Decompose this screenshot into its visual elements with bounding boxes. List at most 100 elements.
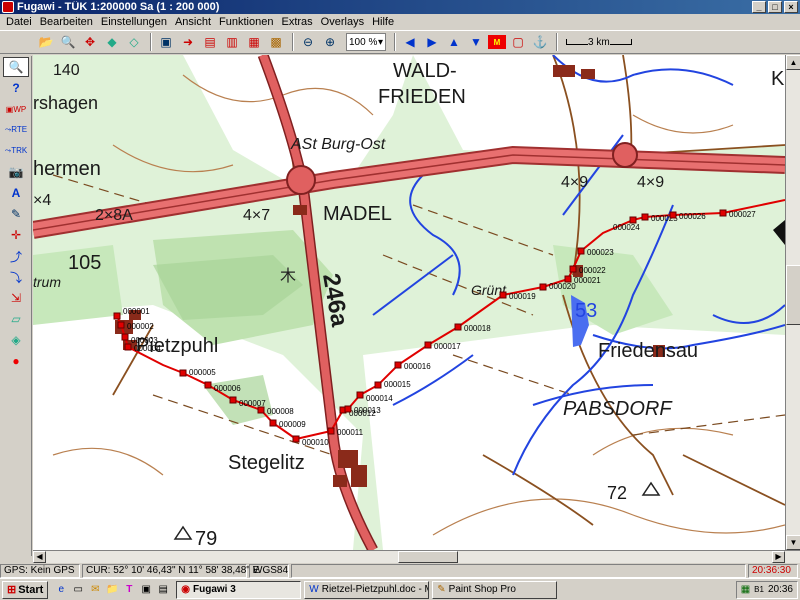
route-tool-icon[interactable]: ⤳RTE [3,120,29,140]
waypoint-marker[interactable] [394,361,402,369]
waypoint-marker[interactable] [204,381,212,389]
waypoint-marker[interactable] [499,291,507,299]
camera-tool-icon[interactable]: 📷 [3,162,29,182]
menu-bearbeiten[interactable]: Bearbeiten [36,16,97,28]
photo-icon[interactable]: ▩ [266,32,286,52]
arrow-down-icon[interactable]: ▼ [466,32,486,52]
toolbar-separator [150,33,152,51]
task-paintshop[interactable]: ✎ Paint Shop Pro [432,580,558,599]
vertical-scroll-thumb[interactable] [786,265,800,325]
route-edit-tool-icon[interactable]: ⤴ [3,246,29,266]
crosshair-tool-icon[interactable]: ✛ [3,225,29,245]
map-view[interactable]: 140 rshagen WALD- FRIEDEN ASt Burg-Ost h… [33,55,785,550]
zoom-select[interactable]: 100 % ▾ [346,33,386,51]
zoom-out-icon[interactable]: ⊖ [298,32,318,52]
zoom-tool-icon[interactable]: 🔍 [3,57,29,77]
measure-tool-icon[interactable]: ⇲ [3,288,29,308]
waypoint-marker[interactable] [269,419,277,427]
waypoint-marker[interactable] [641,213,649,221]
waypoint-tool-icon[interactable]: ▣WP [3,99,29,119]
task-fugawi[interactable]: ◉ Fugawi 3 [176,580,302,599]
frame-nav-icon[interactable]: ▦ [244,32,264,52]
scroll-up-icon[interactable]: ▲ [786,55,800,70]
task-word[interactable]: W Rietzel-Pietzpuhl.doc - Mic... [304,580,430,599]
vertical-scrollbar[interactable]: ▲ ▼ [785,55,800,550]
text-tool-icon[interactable]: A [3,183,29,203]
waypoint-marker[interactable] [257,406,265,414]
route-split-tool-icon[interactable]: ⤵ [3,267,29,287]
close-button[interactable]: × [784,1,798,13]
frame-select-icon[interactable]: ▥ [222,32,242,52]
waypoint-marker[interactable] [539,283,547,291]
move-icon[interactable]: ✥ [80,32,100,52]
scroll-down-icon[interactable]: ▼ [786,535,800,550]
map-canvas[interactable]: 140 rshagen WALD- FRIEDEN ASt Burg-Ost h… [33,55,785,550]
waypoint-marker[interactable] [117,321,125,329]
track-tool-icon[interactable]: ⤳TRK [3,141,29,161]
interchange [286,165,316,195]
road-label: 2×8A [95,207,133,224]
waypoint-marker[interactable] [356,391,364,399]
program-icon[interactable]: ▣ [139,583,153,597]
find-icon[interactable]: 🔍 [58,32,78,52]
mail-icon[interactable]: ✉ [88,583,102,597]
tray-icon[interactable]: ▦ [741,584,750,595]
waypoint-marker[interactable] [564,275,572,283]
menu-einstellungen[interactable]: Einstellungen [97,16,171,28]
map-badge-icon[interactable]: M [488,35,506,49]
scroll-right-icon[interactable]: ▶ [772,551,785,563]
arrow-left-icon[interactable]: ◀ [400,32,420,52]
anchor-icon[interactable]: ⚓ [530,32,550,52]
arrow-up-icon[interactable]: ▲ [444,32,464,52]
menu-ansicht[interactable]: Ansicht [171,16,215,28]
horizontal-scroll-thumb[interactable] [398,551,458,563]
waypoint-marker[interactable] [577,247,585,255]
place-label: hermen [33,158,101,180]
arrow-right-red-icon[interactable]: ➜ [178,32,198,52]
waypoint-marker[interactable] [292,435,300,443]
horizontal-scrollbar[interactable]: ◀ ▶ [33,550,800,563]
waypoint-marker[interactable] [229,396,237,404]
waypoint-marker[interactable] [327,427,335,435]
layers-icon[interactable]: ◆ [102,32,122,52]
desktop-icon[interactable]: ▭ [71,583,85,597]
minimize-button[interactable]: _ [752,1,766,13]
start-button[interactable]: ⊞ Start [2,580,49,599]
telekom-icon[interactable]: T [122,583,136,597]
browser-icon[interactable]: e [54,583,68,597]
layers-alt-icon[interactable]: ◇ [124,32,144,52]
waypoint-marker[interactable] [569,265,577,273]
frame-icon[interactable]: ▤ [200,32,220,52]
maximize-button[interactable]: □ [768,1,782,13]
zoom-in-icon[interactable]: ⊕ [320,32,340,52]
frame-red-icon[interactable]: ▢ [508,32,528,52]
gps-dot-tool-icon[interactable]: ● [3,351,29,371]
program-icon[interactable]: ▤ [156,583,170,597]
tray-icon[interactable]: B1 [754,585,764,594]
screen-icon[interactable]: ▣ [156,32,176,52]
open-folder-icon[interactable]: 📂 [36,32,56,52]
waypoint-marker[interactable] [669,211,677,219]
waypoint-marker[interactable] [454,323,462,331]
waypoint-marker[interactable] [374,381,382,389]
arrow-right-icon[interactable]: ▶ [422,32,442,52]
pen-tool-icon[interactable]: ✎ [3,204,29,224]
menu-datei[interactable]: Datei [2,16,36,28]
waypoint-marker[interactable] [344,405,352,413]
help-tool-icon[interactable]: ? [3,78,29,98]
layer-tool-icon[interactable]: ◈ [3,330,29,350]
menu-funktionen[interactable]: Funktionen [215,16,277,28]
waypoint-marker[interactable] [121,333,129,341]
menu-overlays[interactable]: Overlays [317,16,368,28]
menu-hilfe[interactable]: Hilfe [368,16,398,28]
waypoint-marker[interactable] [719,209,727,217]
waypoint-marker[interactable] [424,341,432,349]
waypoint-marker[interactable] [113,312,121,320]
explorer-icon[interactable]: 📁 [105,583,119,597]
scroll-left-icon[interactable]: ◀ [33,551,46,563]
area-tool-icon[interactable]: ▱ [3,309,29,329]
waypoint-label: 000016 [404,362,431,371]
menu-extras[interactable]: Extras [277,16,316,28]
waypoint-marker[interactable] [124,343,132,351]
waypoint-marker[interactable] [179,369,187,377]
